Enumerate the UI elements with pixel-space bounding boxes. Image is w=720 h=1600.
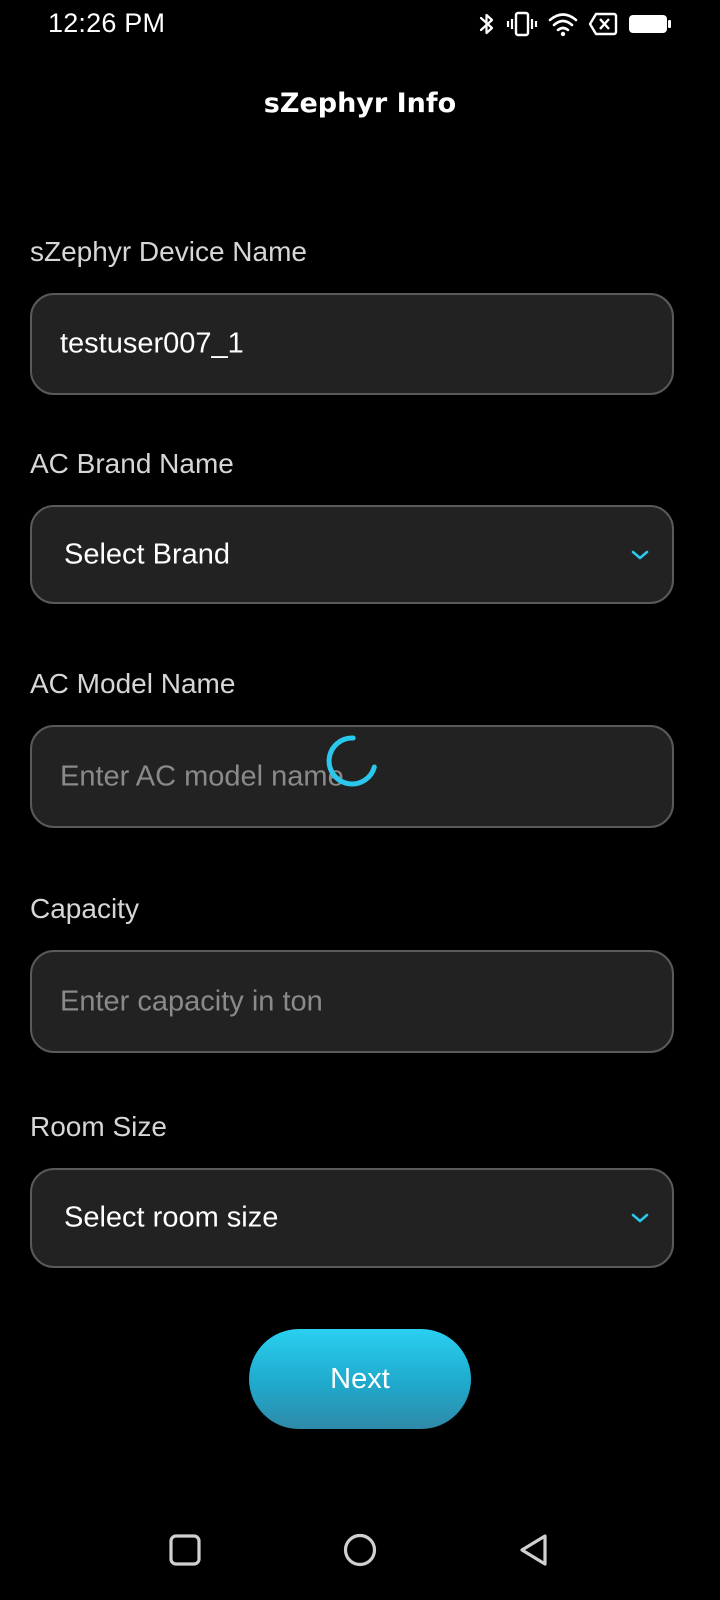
model-label: AC Model Name <box>30 668 236 699</box>
model-placeholder: Enter AC model name <box>60 760 344 792</box>
recents-square-icon[interactable] <box>168 1533 202 1567</box>
capacity-label: Capacity <box>30 893 139 924</box>
status-icons <box>478 10 672 38</box>
room-size-selected-value: Select room size <box>64 1201 279 1234</box>
no-sim-icon <box>588 11 618 37</box>
brand-select[interactable]: Select Brand <box>30 505 674 604</box>
battery-icon <box>628 11 672 37</box>
loading-spinner-icon <box>324 733 380 789</box>
room-size-select[interactable]: Select room size <box>30 1168 674 1268</box>
brand-selected-value: Select Brand <box>64 538 231 570</box>
status-time: 12:26 PM <box>48 8 166 38</box>
wifi-icon <box>548 11 578 37</box>
next-button[interactable]: Next <box>249 1329 471 1429</box>
room-size-label: Room Size <box>30 1111 167 1142</box>
bluetooth-icon <box>478 11 496 37</box>
chevron-down-icon <box>630 1212 650 1224</box>
brand-label: AC Brand Name <box>30 448 234 479</box>
page-title: sZephyr Info <box>263 88 457 119</box>
vibrate-icon <box>506 11 538 37</box>
back-triangle-icon[interactable] <box>517 1532 551 1568</box>
device-name-label: sZephyr Device Name <box>30 236 307 267</box>
capacity-placeholder: Enter capacity in ton <box>60 985 323 1017</box>
device-name-value: testuser007_1 <box>60 327 244 360</box>
home-circle-icon[interactable] <box>342 1532 378 1568</box>
status-bar: 12:26 PM <box>0 0 720 50</box>
capacity-input[interactable]: Enter capacity in ton <box>30 950 674 1053</box>
system-nav-bar <box>0 1500 720 1600</box>
chevron-down-icon <box>630 549 650 561</box>
device-name-field[interactable]: testuser007_1 <box>30 293 674 395</box>
